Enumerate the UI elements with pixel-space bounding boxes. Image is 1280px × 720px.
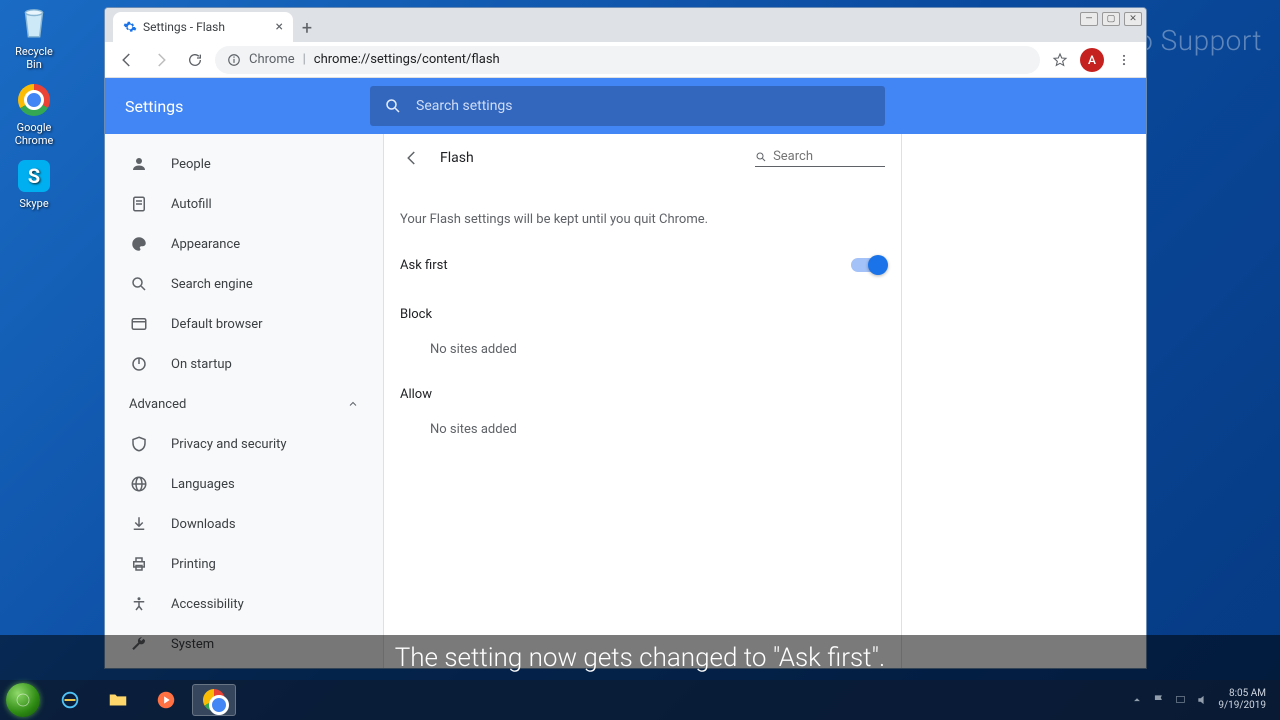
browser-toolbar: Chrome | chrome://settings/content/flash…: [105, 42, 1146, 78]
volume-icon[interactable]: [1196, 693, 1210, 707]
power-icon: [129, 354, 149, 374]
video-caption: The setting now gets changed to "Ask fir…: [0, 635, 1280, 680]
accessibility-icon: [129, 594, 149, 614]
omnibox-scheme: Chrome: [249, 52, 295, 67]
taskbar: 8:05 AM 9/19/2019: [0, 680, 1280, 720]
sidebar-item-on-startup[interactable]: On startup: [105, 344, 383, 384]
content-back-button[interactable]: [400, 146, 424, 170]
reload-button[interactable]: [181, 46, 209, 74]
taskbar-chrome[interactable]: [192, 684, 236, 716]
download-icon: [129, 514, 149, 534]
globe-icon: [129, 474, 149, 494]
content-title: Flash: [440, 150, 739, 166]
desktop-icon-chrome[interactable]: Google Chrome: [6, 82, 62, 147]
chrome-icon: [203, 689, 225, 711]
browser-tab[interactable]: Settings - Flash ×: [113, 12, 293, 42]
ie-icon: [59, 689, 81, 711]
system-tray[interactable]: 8:05 AM 9/19/2019: [1130, 688, 1274, 712]
flag-icon[interactable]: [1152, 693, 1166, 707]
tab-strip: Settings - Flash × + — ▢ ✕: [105, 8, 1146, 42]
settings-title: Settings: [125, 97, 370, 116]
content-search-input[interactable]: [773, 149, 885, 164]
forward-button[interactable]: [147, 46, 175, 74]
appearance-icon: [129, 234, 149, 254]
sidebar-item-privacy[interactable]: Privacy and security: [105, 424, 383, 464]
taskbar-explorer[interactable]: [96, 684, 140, 716]
content-search-box[interactable]: [755, 149, 885, 167]
desktop-icon-recycle-bin[interactable]: Recycle Bin: [6, 6, 62, 71]
desktop-icon-label: Recycle Bin: [6, 45, 62, 71]
start-button[interactable]: [6, 683, 40, 717]
tray-chevron-icon[interactable]: [1130, 693, 1144, 707]
tab-close-icon[interactable]: ×: [276, 19, 283, 35]
settings-page: Settings People Autofill Appearance: [105, 78, 1146, 668]
desktop-icon-label: Google Chrome: [6, 121, 62, 147]
media-player-icon: [155, 689, 177, 711]
sidebar-item-autofill[interactable]: Autofill: [105, 184, 383, 224]
window-minimize-button[interactable]: —: [1080, 12, 1098, 26]
sidebar-item-languages[interactable]: Languages: [105, 464, 383, 504]
sidebar-item-accessibility[interactable]: Accessibility: [105, 584, 383, 624]
shield-icon: [129, 434, 149, 454]
taskbar-ie[interactable]: [48, 684, 92, 716]
info-icon: [227, 53, 241, 67]
address-bar[interactable]: Chrome | chrome://settings/content/flash: [215, 46, 1040, 74]
search-settings-input[interactable]: [416, 98, 871, 114]
sidebar-item-appearance[interactable]: Appearance: [105, 224, 383, 264]
new-tab-button[interactable]: +: [293, 14, 321, 42]
network-icon[interactable]: [1174, 693, 1188, 707]
allow-empty-text: No sites added: [400, 422, 885, 437]
desktop-icon-skype[interactable]: S Skype: [6, 158, 62, 210]
sidebar-item-search-engine[interactable]: Search engine: [105, 264, 383, 304]
gear-icon: [123, 20, 137, 34]
window-maximize-button[interactable]: ▢: [1102, 12, 1120, 26]
browser-icon: [129, 314, 149, 334]
sidebar-item-people[interactable]: People: [105, 144, 383, 184]
folder-icon: [107, 689, 129, 711]
flash-info-text: Your Flash settings will be kept until y…: [400, 212, 885, 227]
profile-avatar[interactable]: A: [1080, 48, 1104, 72]
allow-section-label: Allow: [400, 387, 885, 402]
desktop-icon-label: Skype: [6, 197, 62, 210]
person-icon: [129, 154, 149, 174]
ask-first-row: Ask first: [400, 247, 885, 283]
settings-sidebar: People Autofill Appearance Search engine…: [105, 134, 384, 668]
menu-button[interactable]: [1110, 46, 1138, 74]
taskbar-media[interactable]: [144, 684, 188, 716]
printer-icon: [129, 554, 149, 574]
chrome-window: Settings - Flash × + — ▢ ✕ Chrome | chro…: [104, 7, 1147, 669]
ask-first-toggle[interactable]: [851, 258, 885, 272]
sidebar-item-printing[interactable]: Printing: [105, 544, 383, 584]
sidebar-item-downloads[interactable]: Downloads: [105, 504, 383, 544]
windows-logo-icon: [14, 691, 32, 709]
settings-header: Settings: [105, 78, 1146, 134]
skype-icon: S: [16, 158, 52, 194]
settings-content: Flash Your Flash settings will be kept u…: [384, 134, 1146, 668]
search-icon: [755, 150, 767, 164]
tab-title: Settings - Flash: [143, 20, 225, 34]
back-button[interactable]: [113, 46, 141, 74]
bookmark-star-icon[interactable]: [1046, 46, 1074, 74]
block-empty-text: No sites added: [400, 342, 885, 357]
sidebar-item-default-browser[interactable]: Default browser: [105, 304, 383, 344]
chevron-up-icon: [347, 398, 359, 410]
recycle-bin-icon: [16, 6, 52, 42]
window-close-button[interactable]: ✕: [1124, 12, 1142, 26]
ask-first-label: Ask first: [400, 258, 448, 273]
chrome-icon: [16, 82, 52, 118]
search-settings-box[interactable]: [370, 86, 885, 126]
search-icon: [129, 274, 149, 294]
sidebar-advanced-toggle[interactable]: Advanced: [105, 384, 383, 424]
block-section-label: Block: [400, 307, 885, 322]
omnibox-path: chrome://settings/content/flash: [314, 52, 500, 67]
tray-clock[interactable]: 8:05 AM 9/19/2019: [1218, 688, 1266, 712]
search-icon: [384, 97, 402, 115]
autofill-icon: [129, 194, 149, 214]
